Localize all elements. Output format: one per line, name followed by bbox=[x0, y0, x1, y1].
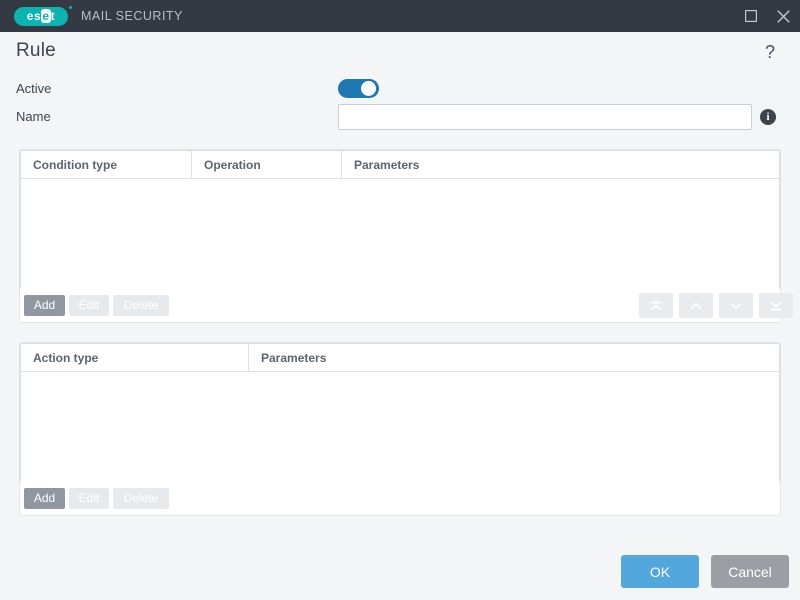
actions-button-bar: Add Edit Delete bbox=[20, 482, 780, 515]
dialog-footer: OK Cancel bbox=[0, 548, 800, 600]
actions-grid: Action type Parameters bbox=[20, 343, 780, 482]
toggle-knob bbox=[361, 81, 376, 96]
conditions-add-button[interactable]: Add bbox=[24, 295, 65, 316]
actions-grid-body bbox=[21, 372, 779, 482]
maximize-icon[interactable] bbox=[734, 0, 767, 32]
conditions-panel: Condition type Operation Parameters Add … bbox=[20, 150, 793, 322]
trademark-dot-icon bbox=[69, 5, 72, 9]
conditions-button-bar: Add Edit Delete bbox=[20, 289, 793, 322]
active-row: Active bbox=[0, 79, 800, 99]
active-label: Active bbox=[16, 81, 52, 96]
eset-logo-text: eset bbox=[26, 9, 56, 23]
actions-delete-button[interactable]: Delete bbox=[113, 488, 169, 509]
page-header: Rule ? bbox=[0, 32, 800, 72]
actions-grid-header: Action type Parameters bbox=[21, 344, 779, 372]
column-header-condition-type[interactable]: Condition type bbox=[21, 151, 191, 179]
conditions-edit-button[interactable]: Edit bbox=[69, 295, 109, 316]
ok-button[interactable]: OK bbox=[621, 555, 699, 588]
app-title: MAIL SECURITY bbox=[81, 9, 183, 23]
actions-add-button[interactable]: Add bbox=[24, 488, 65, 509]
name-row: Name i bbox=[0, 104, 800, 130]
cancel-button[interactable]: Cancel bbox=[711, 555, 789, 588]
window-controls bbox=[734, 0, 800, 32]
window-titlebar: eset MAIL SECURITY bbox=[0, 0, 800, 32]
chevron-down-bar-icon bbox=[770, 300, 782, 310]
chevron-up-icon bbox=[690, 302, 702, 309]
chevron-down-icon bbox=[730, 302, 742, 310]
move-up-button[interactable] bbox=[679, 293, 713, 318]
chevron-up-bar-icon bbox=[650, 301, 662, 311]
conditions-grid-header: Condition type Operation Parameters bbox=[21, 151, 779, 179]
help-icon[interactable]: ? bbox=[760, 41, 780, 63]
close-icon[interactable] bbox=[767, 0, 800, 32]
actions-panel: Action type Parameters Add Edit Delete bbox=[20, 343, 780, 515]
eset-logo: eset bbox=[14, 5, 72, 26]
column-header-parameters[interactable]: Parameters bbox=[342, 151, 779, 179]
conditions-grid-body bbox=[21, 179, 779, 289]
actions-edit-button[interactable]: Edit bbox=[69, 488, 109, 509]
info-icon[interactable]: i bbox=[760, 109, 776, 125]
name-label: Name bbox=[16, 109, 51, 124]
move-to-top-button[interactable] bbox=[639, 293, 673, 318]
active-toggle[interactable] bbox=[338, 79, 379, 98]
name-input[interactable] bbox=[338, 104, 752, 130]
column-header-action-type[interactable]: Action type bbox=[21, 344, 248, 372]
page-title: Rule bbox=[16, 40, 56, 61]
column-header-operation[interactable]: Operation bbox=[192, 151, 341, 179]
conditions-grid: Condition type Operation Parameters bbox=[20, 150, 780, 289]
move-down-button[interactable] bbox=[719, 293, 753, 318]
column-header-parameters[interactable]: Parameters bbox=[249, 344, 779, 372]
conditions-delete-button[interactable]: Delete bbox=[113, 295, 169, 316]
move-to-bottom-button[interactable] bbox=[759, 293, 793, 318]
